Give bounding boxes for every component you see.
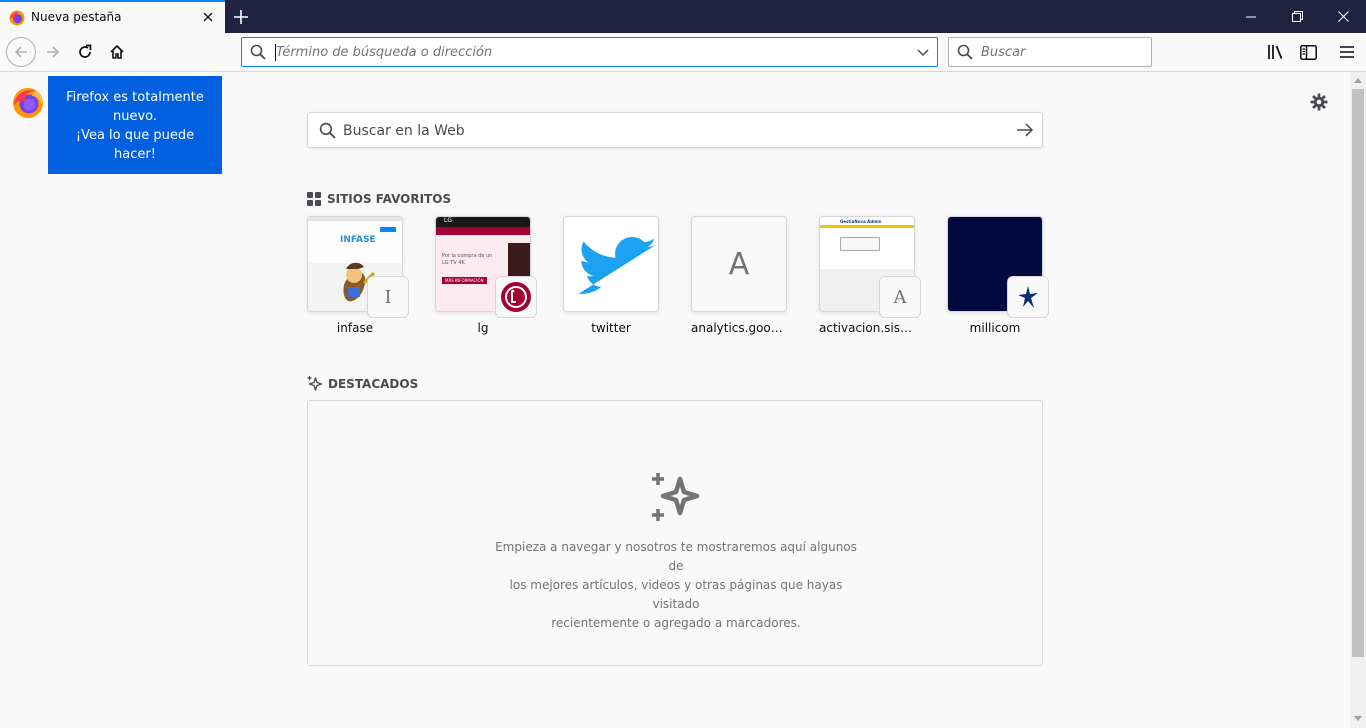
site-initial-icon: I: [367, 276, 409, 318]
tab-new-tab[interactable]: Nueva pestaña: [0, 0, 225, 33]
site-initial-letter: A: [728, 246, 750, 282]
highlights-empty-message: Empieza a navegar y nosotros te mostrare…: [493, 538, 859, 633]
grid-icon: [307, 192, 321, 206]
arrow-right-icon: [47, 46, 60, 58]
reload-button[interactable]: [70, 37, 100, 67]
hamburger-menu-icon: [1340, 46, 1354, 58]
top-site-label: activacion.sisno...: [819, 321, 915, 335]
search-icon: [250, 44, 266, 60]
vertical-scrollbar[interactable]: [1350, 72, 1366, 728]
top-site-label: millicom: [969, 321, 1021, 335]
lg-promo-text: Por la compra de un LG TV 4K: [442, 253, 493, 266]
top-site-label: lg: [477, 321, 489, 335]
back-button[interactable]: [6, 37, 36, 67]
web-search-input[interactable]: Buscar en la Web: [307, 112, 1043, 148]
highlights-message-line: recientemente o agregado a marcadores.: [551, 616, 801, 630]
top-site-label: infase: [336, 321, 374, 335]
new-tab-page: Firefox es totalmente nuevo. ¡Vea lo que…: [0, 72, 1350, 728]
highlights-heading[interactable]: DESTACADOS: [307, 376, 418, 391]
navigation-toolbar: Término de búsqueda o dirección Buscar: [0, 33, 1366, 72]
top-site-tile[interactable]: A analytics.google: [691, 216, 787, 335]
title-bar: Nueva pestaña: [0, 0, 1366, 33]
site-favicon: [1007, 276, 1049, 318]
search-bar[interactable]: Buscar: [948, 37, 1152, 67]
site-thumbnail: [563, 216, 659, 312]
top-site-label: twitter: [591, 321, 631, 335]
firefox-logo-icon[interactable]: [12, 87, 44, 119]
twitter-bird-icon: [578, 237, 657, 294]
reload-icon: [79, 44, 92, 58]
onboarding-line: Firefox es totalmente: [66, 90, 204, 105]
home-button[interactable]: [102, 37, 132, 67]
minimize-button[interactable]: [1228, 0, 1274, 33]
home-icon: [110, 45, 124, 59]
scrollbar-thumb[interactable]: [1352, 89, 1364, 657]
close-window-button[interactable]: [1320, 0, 1366, 33]
search-icon: [957, 44, 973, 60]
tab-title: Nueva pestaña: [31, 10, 122, 24]
lg-nav-strip: [436, 227, 530, 235]
top-site-tile[interactable]: LG Por la compra de un LG TV 4K MÁS INFO…: [435, 216, 537, 335]
close-icon: [1337, 11, 1349, 22]
search-icon: [319, 122, 336, 139]
sparkle-icon: [652, 473, 700, 521]
site-thumbnail: A: [691, 216, 787, 312]
top-sites-heading[interactable]: SITIOS FAVORITOS: [307, 192, 451, 206]
gear-icon[interactable]: [1310, 93, 1328, 111]
infase-logo-text: INFASE: [340, 235, 376, 245]
onboarding-line: hacer!: [114, 147, 156, 162]
restore-icon: [1291, 11, 1303, 22]
highlights-message-line: Empieza a navegar y nosotros te mostrare…: [495, 540, 857, 573]
sidebar-button[interactable]: [1296, 40, 1320, 64]
new-tab-button[interactable]: [231, 7, 251, 27]
web-search-placeholder: Buscar en la Web: [343, 123, 465, 139]
library-button[interactable]: [1264, 40, 1288, 64]
top-site-tile[interactable]: INFASE I infase: [307, 216, 409, 335]
arrow-left-icon: [14, 46, 27, 58]
sparkle-icon: [307, 376, 322, 391]
highlights-empty-state: Empieza a navegar y nosotros te mostrare…: [307, 400, 1043, 666]
menu-button[interactable]: [1335, 40, 1359, 64]
activacion-login-form: [840, 237, 880, 251]
lg-brand-text: LG: [444, 217, 452, 224]
top-site-tile[interactable]: GestiaNova Admin A activacion.sisno...: [819, 216, 921, 335]
sidebar-icon: [1299, 44, 1317, 60]
scroll-down-arrow-icon[interactable]: [1354, 716, 1362, 722]
top-site-tile[interactable]: millicom: [947, 216, 1049, 335]
top-site-label: analytics.google: [691, 321, 787, 335]
firefox-icon: [9, 10, 25, 26]
lg-logo-icon: [501, 282, 531, 312]
address-bar[interactable]: Término de búsqueda o dirección: [241, 37, 938, 67]
onboarding-tooltip[interactable]: Firefox es totalmente nuevo. ¡Vea lo que…: [48, 76, 222, 174]
highlights-title: DESTACADOS: [328, 376, 419, 391]
close-tab-icon[interactable]: [200, 9, 216, 25]
site-favicon: [495, 276, 537, 318]
onboarding-line: nuevo.: [112, 109, 158, 124]
address-placeholder: Término de búsqueda o dirección: [276, 45, 493, 60]
arrow-right-icon[interactable]: [1016, 122, 1034, 138]
plus-icon: [234, 10, 248, 24]
forward-button[interactable]: [38, 37, 68, 67]
restore-button[interactable]: [1274, 0, 1320, 33]
activacion-header-text: GestiaNova Admin: [840, 219, 882, 224]
scroll-up-arrow-icon[interactable]: [1354, 77, 1362, 83]
activacion-yellow-bar: [820, 225, 914, 228]
chevron-down-icon[interactable]: [915, 44, 931, 60]
millicom-star-icon: [1018, 286, 1038, 308]
onboarding-line: ¡Vea lo que puede: [75, 128, 195, 143]
minimize-icon: [1246, 16, 1256, 17]
library-icon: [1268, 45, 1283, 59]
highlights-message-line: los mejores artículos, videos y otras pá…: [509, 578, 843, 611]
search-placeholder: Buscar: [981, 45, 1026, 60]
top-sites-title: SITIOS FAVORITOS: [327, 192, 452, 206]
top-site-tile[interactable]: twitter: [563, 216, 659, 335]
lg-more-info-button: MÁS INFORMACIÓN: [442, 277, 487, 284]
site-initial-icon: A: [879, 276, 921, 318]
